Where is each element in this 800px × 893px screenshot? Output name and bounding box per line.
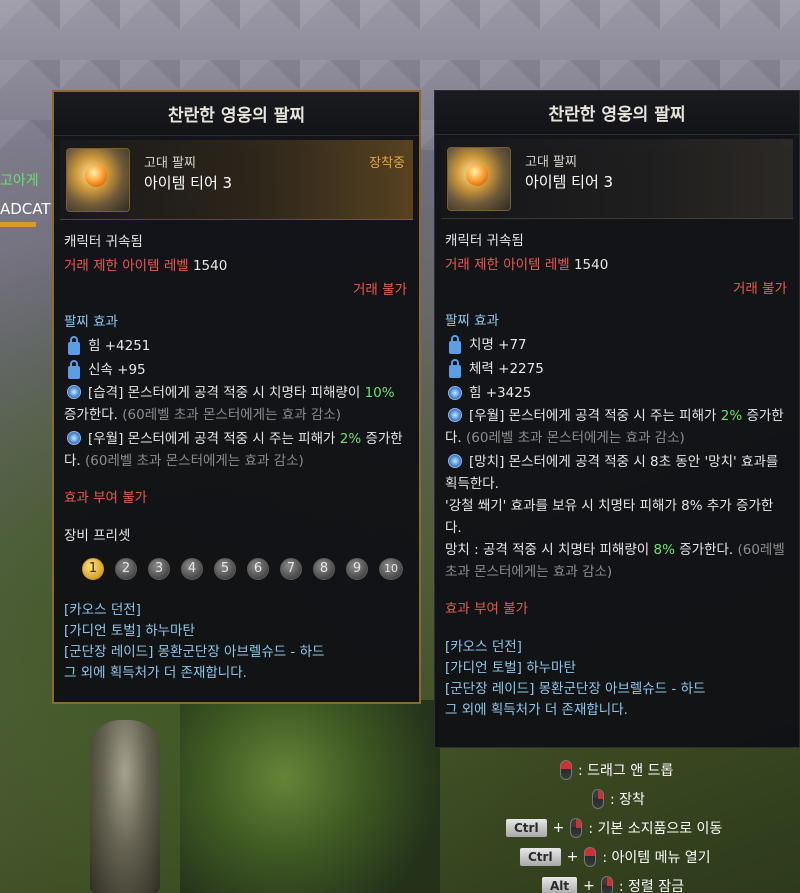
player-guild-name: 고아게 (0, 173, 39, 189)
item-header: 고대 팔찌 아이템 티어 3 (441, 139, 793, 219)
control-row: : 장착 (480, 784, 800, 813)
player-name: ADCAT (0, 200, 51, 218)
no-enchant-text: 효과 부여 불가 (64, 490, 148, 506)
stat-row: 체력 +2275 (445, 357, 789, 381)
lock-icon (68, 335, 80, 355)
lock-icon (449, 358, 461, 378)
effect-section-title: 팔찌 효과 (445, 313, 499, 329)
trade-status: 거래 불가 (353, 282, 407, 298)
trade-limit: 거래 제한 아이템 레벨 1540 (64, 258, 228, 274)
tooltip-compare: 찬란한 영웅의 팔찌 고대 팔찌 아이템 티어 3 캐릭터 귀속됨 거래 제한 … (434, 90, 800, 748)
stat-row: 신속 +95 (64, 358, 409, 382)
controls-help: : 드래그 앤 드롭 : 장착 Ctrl + : 기본 소지품으로 이동 Ctr… (480, 755, 800, 893)
background-lamp (90, 720, 160, 893)
trade-status: 거래 불가 (733, 281, 787, 297)
bound-text: 캐릭터 귀속됨 (445, 233, 524, 249)
effect-swirl-icon (448, 386, 462, 400)
preset-label: 장비 프리셋 (64, 528, 131, 544)
preset-button-3[interactable]: 3 (148, 558, 170, 580)
more-sources-text: 그 외에 획득처가 더 존재합니다. (64, 665, 247, 681)
effect-detail: 망치 : 공격 적중 시 치명타 피해량이 8% 증가한다. (60레벨 초과 … (445, 542, 785, 580)
item-grade: 고대 팔찌 (525, 155, 577, 170)
effect-detail: '강철 쐐기' 효과를 보유 시 치명타 피해가 8% 추가 증가한다. (445, 498, 774, 536)
preset-button-6[interactable]: 6 (247, 558, 269, 580)
stat-row: 치명 +77 (445, 333, 789, 357)
preset-button-4[interactable]: 4 (181, 558, 203, 580)
trade-limit: 거래 제한 아이템 레벨 1540 (445, 257, 609, 273)
item-header: 고대 팔찌 아이템 티어 3 장착중 (60, 140, 413, 220)
preset-button-8[interactable]: 8 (313, 558, 335, 580)
control-row: : 드래그 앤 드롭 (480, 755, 800, 784)
special-effect: [망치] 몬스터에게 공격 적중 시 8초 동안 '망치' 효과를 획득한다. (445, 454, 779, 492)
bracelet-icon (447, 147, 511, 211)
effect-swirl-icon (67, 431, 81, 445)
source-link[interactable]: [카오스 던전] (64, 600, 409, 621)
mouse-right-icon (570, 817, 583, 838)
lock-icon (449, 334, 461, 354)
tooltip-equipped: 찬란한 영웅의 팔찌 고대 팔찌 아이템 티어 3 장착중 캐릭터 귀속됨 거래… (52, 90, 421, 704)
item-tier: 아이템 티어 3 (525, 173, 614, 191)
stat-row: 힘 +3425 (445, 381, 789, 405)
mouse-right-icon (592, 788, 604, 809)
source-list: [카오스 던전] [가디언 토벌] 하누마탄 [군단장 레이드] 몽환군단장 아… (64, 600, 409, 684)
stat-row: 힘 +4251 (64, 334, 409, 358)
equipped-badge: 장착중 (369, 156, 405, 171)
mouse-right-icon (600, 875, 613, 893)
effect-swirl-icon (67, 385, 81, 399)
preset-button-5[interactable]: 5 (214, 558, 236, 580)
mouse-left-icon (560, 759, 572, 780)
control-row: Alt + : 정렬 잠금 (480, 871, 800, 893)
source-link[interactable]: [가디언 토벌] 하누마탄 (64, 621, 409, 642)
item-tier: 아이템 티어 3 (144, 174, 233, 192)
control-row: Ctrl + : 기본 소지품으로 이동 (480, 813, 800, 842)
preset-button-2[interactable]: 2 (115, 558, 137, 580)
no-enchant-text: 효과 부여 불가 (445, 601, 529, 617)
preset-buttons: 1 2 3 4 5 6 7 8 9 10 (82, 558, 409, 580)
item-title: 찬란한 영웅의 팔찌 (54, 92, 419, 136)
control-row: Ctrl + : 아이템 메뉴 열기 (480, 842, 800, 871)
more-sources-text: 그 외에 획득처가 더 존재합니다. (445, 702, 628, 718)
special-effect: [우월] 몬스터에게 공격 적중 시 주는 피해가 2% 증가한다. (60레벨… (64, 431, 403, 469)
player-hp-bar (0, 222, 36, 227)
mouse-left-icon (584, 846, 597, 867)
alt-key-icon: Alt (542, 876, 578, 893)
bound-text: 캐릭터 귀속됨 (64, 234, 143, 250)
source-link[interactable]: [가디언 토벌] 하누마탄 (445, 658, 789, 679)
source-list: [카오스 던전] [가디언 토벌] 하누마탄 [군단장 레이드] 몽환군단장 아… (445, 637, 789, 721)
preset-button-9[interactable]: 9 (346, 558, 368, 580)
ctrl-key-icon: Ctrl (506, 818, 547, 837)
preset-button-1[interactable]: 1 (82, 558, 104, 580)
item-title: 찬란한 영웅의 팔찌 (435, 91, 799, 135)
preset-button-10[interactable]: 10 (379, 558, 403, 580)
effect-swirl-icon (448, 454, 462, 468)
effect-swirl-icon (448, 408, 462, 422)
special-effect: [우월] 몬스터에게 공격 적중 시 주는 피해가 2% 증가한다. (60레벨… (445, 408, 784, 446)
item-grade: 고대 팔찌 (144, 156, 196, 171)
special-effect: [습격] 몬스터에게 공격 적중 시 치명타 피해량이 10% 증가한다. (6… (64, 385, 395, 423)
preset-button-7[interactable]: 7 (280, 558, 302, 580)
source-link[interactable]: [군단장 레이드] 몽환군단장 아브렐슈드 - 하드 (445, 679, 789, 700)
lock-icon (68, 359, 80, 379)
bracelet-icon (66, 148, 130, 212)
background-plants (180, 700, 440, 893)
ctrl-key-icon: Ctrl (520, 847, 561, 866)
effect-section-title: 팔찌 효과 (64, 314, 118, 330)
source-link[interactable]: [군단장 레이드] 몽환군단장 아브렐슈드 - 하드 (64, 642, 409, 663)
source-link[interactable]: [카오스 던전] (445, 637, 789, 658)
